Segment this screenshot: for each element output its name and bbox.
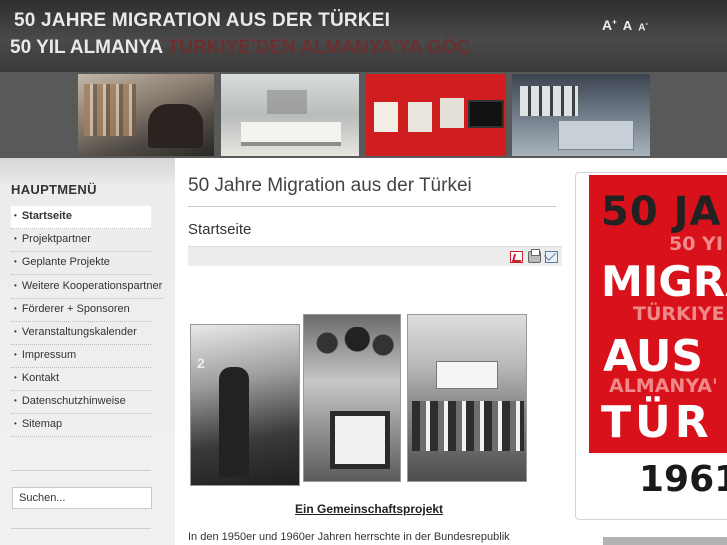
exhibition-poster[interactable]: 50 JA 50 YI MIGRA TÜRKIYE AUS ALMANYA' T… xyxy=(589,175,727,511)
article-toolbar xyxy=(188,246,562,266)
photo-banner xyxy=(0,72,727,158)
menu-item-sitemap[interactable]: Sitemap xyxy=(11,414,151,437)
menu-item-kooperationspartner[interactable]: Weitere Kooperationspartner xyxy=(11,275,163,299)
email-icon[interactable] xyxy=(545,251,558,263)
site-title-de: 50 JAHRE MIGRATION AUS DER TÜRKEI xyxy=(14,10,391,31)
poster-line-1: 50 JA xyxy=(601,189,722,235)
coop-project-link[interactable]: Ein Gemeinschaftsprojekt xyxy=(295,502,443,516)
poster-line-3: MIGRA xyxy=(601,257,727,306)
menu-item-datenschutz[interactable]: Datenschutzhinweise xyxy=(11,391,151,414)
poster-line-4: TÜRKIYE xyxy=(633,303,725,325)
font-decrease-minus: - xyxy=(645,18,649,28)
exhibition-photo-3 xyxy=(366,74,506,156)
menu-item-kontakt[interactable]: Kontakt xyxy=(11,368,151,391)
menu-item-startseite[interactable]: Startseite xyxy=(11,206,151,229)
font-increase-plus: + xyxy=(612,17,617,27)
font-increase-label: A xyxy=(602,17,613,33)
site-title-tr-part1: 50 YIL ALMANYA xyxy=(10,37,163,58)
site-header: 50 JAHRE MIGRATION AUS DER TÜRKEI 50 YIL… xyxy=(0,0,727,72)
font-reset-button[interactable]: A xyxy=(623,18,632,33)
font-decrease-button[interactable]: A- xyxy=(638,19,648,33)
main-content: 50 Jahre Migration aus der Türkei Starts… xyxy=(188,158,564,545)
print-icon[interactable] xyxy=(528,249,541,263)
menu-item-geplante-projekte[interactable]: Geplante Projekte xyxy=(11,252,151,275)
pdf-icon[interactable] xyxy=(510,251,523,263)
left-sidebar: HAUPTMENÜ Startseite Projektpartner Gepl… xyxy=(0,158,175,545)
article-title: Startseite xyxy=(188,221,252,238)
font-increase-button[interactable]: A+ xyxy=(602,17,617,33)
historic-photo-train xyxy=(190,324,300,486)
next-image-strip xyxy=(603,537,727,545)
exhibition-photo-2 xyxy=(221,74,359,156)
sidebar-divider-bottom xyxy=(11,528,151,529)
site-title-tr-part2: TÜRKIYE'DEN ALMANYA'YA GÖÇ xyxy=(167,37,471,58)
main-menu: Startseite Projektpartner Geplante Proje… xyxy=(11,206,163,437)
site-title-tr: 50 YIL ALMANYA TÜRKIYE'DEN ALMANYA'YA GÖ… xyxy=(10,37,471,59)
sidebar-divider-top xyxy=(11,470,151,471)
poster-line-7: TÜR xyxy=(601,397,713,448)
historic-photo-group xyxy=(407,314,527,482)
poster-line-6: ALMANYA' xyxy=(609,375,718,397)
search-input[interactable] xyxy=(12,487,152,509)
menu-item-veranstaltungskalender[interactable]: Veranstaltungskalender xyxy=(11,322,151,345)
menu-item-projektpartner[interactable]: Projektpartner xyxy=(11,229,151,252)
poster-line-2: 50 YI xyxy=(669,233,723,255)
font-size-tools: A+ A A- xyxy=(602,17,648,33)
historic-photo-television xyxy=(303,314,401,482)
menu-item-impressum[interactable]: Impressum xyxy=(11,345,151,368)
page-title: 50 Jahre Migration aus der Türkei xyxy=(188,175,472,196)
article-body-text: In den 1950er und 1960er Jahren herrscht… xyxy=(188,531,510,543)
poster-date: 1961-2 xyxy=(639,459,727,500)
title-divider xyxy=(188,206,556,207)
menu-item-foerderer[interactable]: Förderer + Sponsoren xyxy=(11,299,151,322)
exhibition-photo-1 xyxy=(78,74,214,156)
main-menu-title: HAUPTMENÜ xyxy=(11,182,97,197)
exhibition-photo-4 xyxy=(512,74,650,156)
